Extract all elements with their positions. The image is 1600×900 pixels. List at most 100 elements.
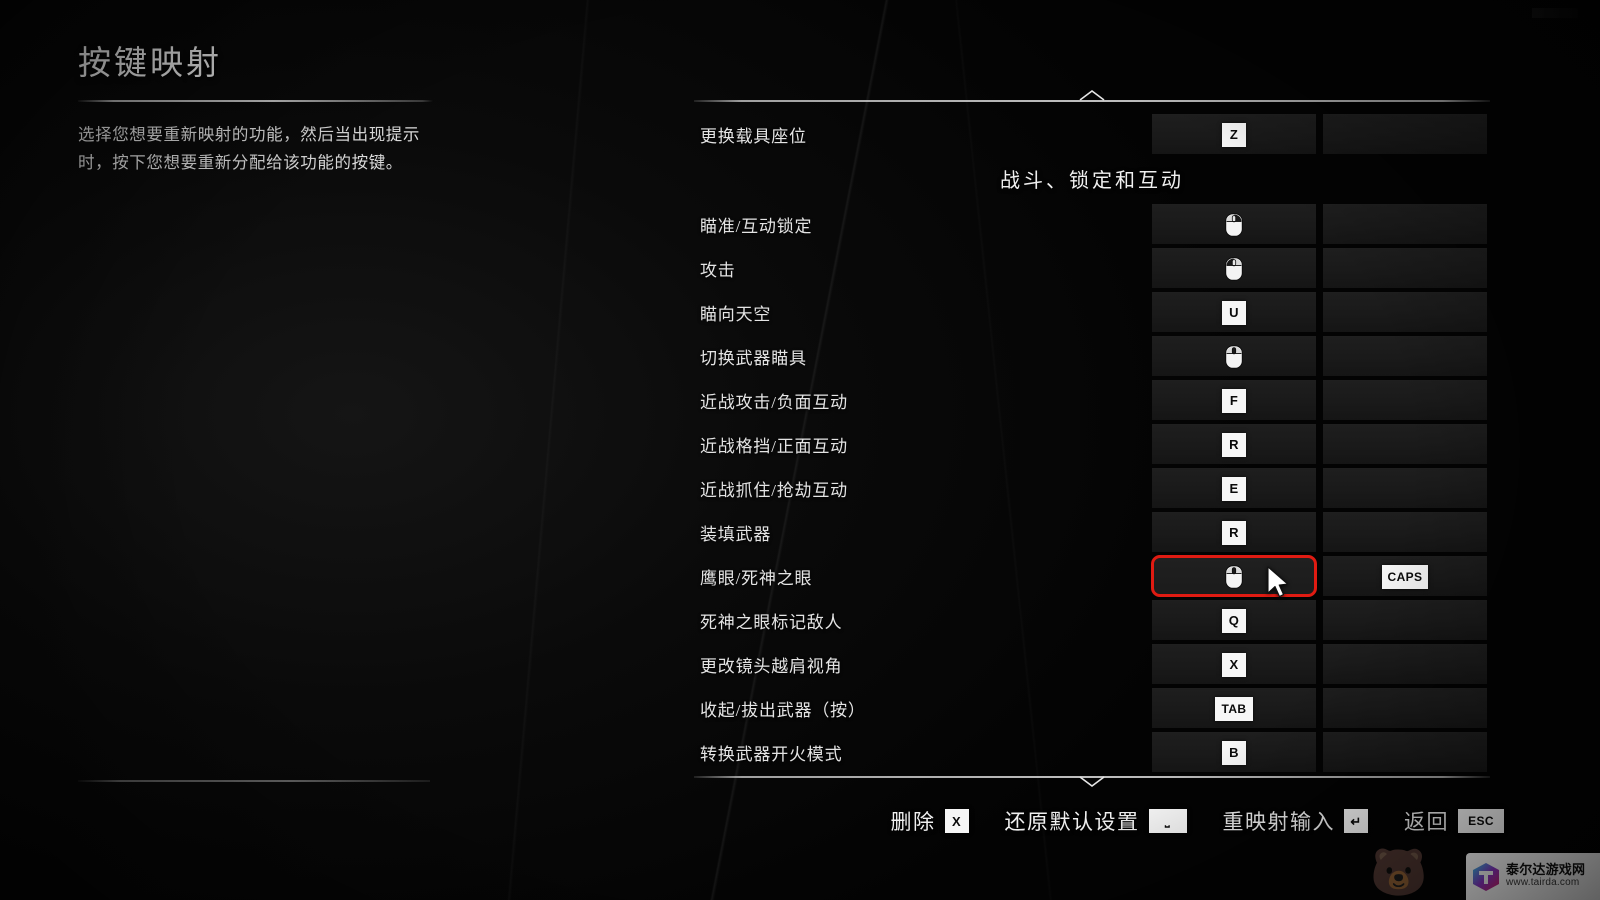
footer-action-keycap[interactable]: ↵ (1344, 809, 1368, 833)
keybind-alternate-cell[interactable] (1323, 248, 1487, 288)
keybind-primary-cell[interactable]: Z (1152, 114, 1316, 154)
keycap-primary-7[interactable]: E (1222, 476, 1246, 501)
topright-artifact (1532, 8, 1578, 18)
keybind-action-label: 鹰眼/死神之眼 (700, 568, 813, 588)
keybind-alternate-cell[interactable] (1323, 732, 1487, 772)
page-description: 选择您想要重新映射的功能，然后当出现提示时，按下您想要重新分配给该功能的按键。 (78, 125, 420, 172)
section-title: 战斗、锁定和互动 (1000, 169, 1184, 192)
chevron-up-icon[interactable] (1079, 90, 1105, 101)
keycap-primary-8[interactable]: R (1222, 520, 1246, 545)
footer-action-label: 还原默认设置 (1004, 810, 1140, 834)
keymapping-screen: 按键映射 选择您想要重新映射的功能，然后当出现提示时，按下您想要重新分配给该功能… (0, 0, 1600, 900)
footer-action[interactable]: 返回 ESC (1404, 806, 1504, 836)
keybind-primary-cell[interactable]: F (1152, 380, 1316, 420)
footer-action-label: 返回 (1404, 810, 1449, 834)
footer-action-keycap[interactable]: ⎵ (1148, 809, 1187, 833)
keybind-row[interactable]: 瞄向天空 U (694, 292, 1490, 332)
keybind-alternate-cell[interactable] (1323, 424, 1487, 464)
keybind-action-label: 装填武器 (700, 524, 772, 544)
keybind-action-label: 近战格挡/正面互动 (700, 436, 848, 456)
keycap-primary-0[interactable]: Z (1222, 122, 1246, 147)
keybind-primary-cell[interactable]: TAB (1152, 688, 1316, 728)
keybind-row[interactable]: 鹰眼/死神之眼 CAPS (694, 555, 1490, 597)
left-info-panel: 按键映射 选择您想要重新映射的功能，然后当出现提示时，按下您想要重新分配给该功能… (78, 36, 433, 776)
watermark-brand-cn: 泰尔达游戏网 (1506, 863, 1586, 879)
footer-action-label: 重映射输入 (1222, 810, 1335, 834)
mouse-left-icon (1225, 256, 1243, 281)
keybind-action-label: 瞄准/互动锁定 (700, 216, 813, 236)
page-title: 按键映射 (78, 46, 222, 82)
footer-action[interactable]: 还原默认设置 ⎵ (1005, 806, 1187, 836)
keybind-primary-cell[interactable] (1152, 336, 1316, 376)
footer-action[interactable]: 删除 X (891, 806, 969, 836)
keybind-action-label: 更换载具座位 (700, 126, 807, 146)
keybind-primary-cell[interactable]: R (1152, 424, 1316, 464)
keybind-alternate-cell[interactable] (1323, 292, 1487, 332)
keybind-alternate-cell[interactable] (1323, 380, 1487, 420)
keybind-row[interactable]: 切换武器瞄具 (694, 336, 1490, 376)
keycap-primary-10[interactable]: Q (1222, 608, 1246, 633)
keybind-action-label: 近战抓住/抢劫互动 (700, 480, 848, 500)
keybind-action-label: 更改镜头越肩视角 (700, 656, 843, 676)
keybind-rows-container: 更换载具座位 Z 战斗、锁定和互动瞄准/互动锁定 攻击瞄向天空 U 切换武器瞄具近战攻击/… (694, 102, 1490, 776)
keycap-alt-9[interactable]: CAPS (1382, 564, 1428, 589)
footer-action-keycap[interactable]: X (944, 809, 969, 833)
keybind-action-label: 近战攻击/负面互动 (700, 392, 848, 412)
keybind-action-label: 转换武器开火模式 (700, 744, 843, 764)
keybind-primary-cell[interactable]: U (1152, 292, 1316, 332)
mouse-right-icon (1225, 212, 1243, 237)
keybind-primary-cell[interactable]: B (1152, 732, 1316, 772)
keybind-primary-cell[interactable] (1152, 204, 1316, 244)
tairda-watermark: 泰尔达游戏网 www.tairda.com (1466, 853, 1600, 900)
keybind-row[interactable]: 装填武器 R (694, 512, 1490, 552)
keybind-row[interactable]: 近战攻击/负面互动 F (694, 380, 1490, 420)
keybind-row[interactable]: 转换武器开火模式 B (694, 732, 1490, 772)
keycap-primary-13[interactable]: B (1222, 740, 1246, 765)
keybind-primary-cell[interactable]: Q (1152, 600, 1316, 640)
list-bottom-divider (694, 776, 1490, 787)
keybind-action-label: 收起/拔出武器（按） (700, 700, 866, 720)
keybind-row[interactable]: 瞄准/互动锁定 (694, 204, 1490, 244)
footer-action-label: 删除 (890, 810, 936, 834)
keybind-alternate-cell[interactable] (1323, 600, 1487, 640)
keybind-primary-cell[interactable] (1152, 248, 1316, 288)
keybind-alternate-cell[interactable] (1323, 644, 1487, 684)
keybind-alternate-cell[interactable] (1323, 688, 1487, 728)
keybind-primary-cell[interactable] (1151, 555, 1317, 597)
keybind-row[interactable]: 近战抓住/抢劫互动 E (694, 468, 1490, 508)
title-divider (78, 100, 433, 102)
keybind-row[interactable]: 死神之眼标记敌人 Q (694, 600, 1490, 640)
section-header-row: 战斗、锁定和互动 (694, 158, 1490, 198)
tairda-logo-icon (1473, 862, 1499, 891)
keycap-primary-5[interactable]: F (1222, 388, 1246, 413)
keybind-alternate-cell[interactable] (1323, 512, 1487, 552)
keycap-primary-11[interactable]: X (1222, 652, 1246, 677)
footer-action[interactable]: 重映射输入 ↵ (1222, 806, 1368, 836)
keybind-primary-cell[interactable]: X (1152, 644, 1316, 684)
keybind-alternate-cell[interactable]: CAPS (1323, 556, 1487, 596)
keybind-alternate-cell[interactable] (1323, 336, 1487, 376)
keybind-list-panel: 更换载具座位 Z 战斗、锁定和互动瞄准/互动锁定 攻击瞄向天空 U 切换武器瞄具近战攻击/… (694, 90, 1490, 787)
keybind-row[interactable]: 更改镜头越肩视角 X (694, 644, 1490, 684)
keycap-primary-6[interactable]: R (1222, 432, 1246, 457)
keybind-row[interactable]: 更换载具座位 Z (694, 114, 1490, 154)
keybind-row[interactable]: 攻击 (694, 248, 1490, 288)
keybind-row[interactable]: 近战格挡/正面互动 R (694, 424, 1490, 464)
keybind-alternate-cell[interactable] (1323, 114, 1487, 154)
keybind-action-label: 切换武器瞄具 (700, 348, 807, 368)
left-bottom-divider (78, 780, 430, 782)
keybind-alternate-cell[interactable] (1323, 204, 1487, 244)
footer-action-keycap[interactable]: ESC (1458, 809, 1504, 833)
keybind-action-label: 攻击 (700, 260, 736, 280)
mouse-middle-icon (1225, 344, 1243, 369)
mouse-middle-icon (1225, 564, 1243, 589)
keybind-action-label: 瞄向天空 (700, 304, 772, 324)
keybind-action-label: 死神之眼标记敌人 (700, 612, 843, 632)
keycap-primary-3[interactable]: U (1222, 300, 1246, 325)
keybind-alternate-cell[interactable] (1323, 468, 1487, 508)
keycap-primary-12[interactable]: TAB (1215, 696, 1253, 721)
keybind-row[interactable]: 收起/拔出武器（按） TAB (694, 688, 1490, 728)
chevron-down-icon[interactable] (1079, 776, 1105, 787)
keybind-primary-cell[interactable]: R (1152, 512, 1316, 552)
keybind-primary-cell[interactable]: E (1152, 468, 1316, 508)
